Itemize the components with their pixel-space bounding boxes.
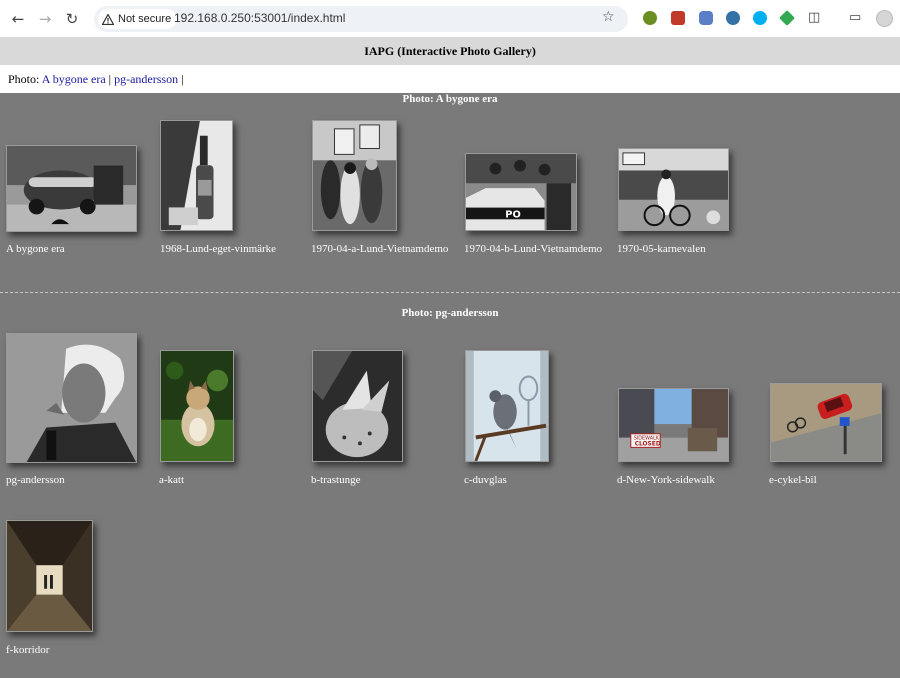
lizard-extension-icon[interactable] <box>643 11 657 25</box>
arrow-right-icon: → <box>38 10 52 28</box>
printer-extension-icon[interactable] <box>699 11 713 25</box>
photo-caption[interactable]: A bygone era <box>6 243 146 256</box>
profile-avatar[interactable] <box>876 10 893 27</box>
arrow-left-icon: ← <box>11 10 25 28</box>
photo-caption[interactable]: a-katt <box>159 474 299 487</box>
nav-prefix: Photo: <box>8 72 40 86</box>
photo-caption[interactable]: 1970-05-karnevalen <box>617 243 757 256</box>
puzzle-extensions-icon[interactable]: ◫ <box>808 10 820 26</box>
photo-thumbnail-1970-05-karnevalen[interactable] <box>618 148 729 231</box>
nav-separator: | <box>181 72 184 86</box>
forward-button[interactable]: → <box>35 9 55 29</box>
python-extension-icon[interactable] <box>726 11 740 25</box>
photo-caption[interactable]: 1970-04-b-Lund-Vietnamdemo <box>464 243 604 256</box>
skype-extension-icon[interactable] <box>753 11 767 25</box>
nav-link-a-bygone-era[interactable]: A bygone era <box>42 72 106 86</box>
photo-caption[interactable]: b-trastunge <box>311 474 451 487</box>
svg-text:CLOSED: CLOSED <box>635 441 661 447</box>
section-title-a-bygone-era: Photo: A bygone era <box>402 93 498 105</box>
back-button[interactable]: ← <box>8 9 28 29</box>
browser-toolbar: ← → ↻ Not secure 192.168.0.250:53001/ind… <box>0 0 900 38</box>
photo-thumbnail-1970-04-a-lund-vietnamdemo[interactable] <box>312 120 397 231</box>
photo-caption[interactable]: 1968-Lund-eget-vinmärke <box>160 243 300 256</box>
photo-thumbnail-1970-04-b-lund-vietnamdemo[interactable]: PO <box>465 153 577 231</box>
nav-separator: | <box>108 72 112 86</box>
photo-thumbnail-d-new-york-sidewalk[interactable]: SIDEWALK CLOSED <box>618 388 729 462</box>
photo-thumbnail-b-trastunge[interactable] <box>312 350 403 462</box>
warning-icon <box>102 13 114 25</box>
photo-thumbnail-a-bygone-era[interactable] <box>6 145 137 232</box>
security-label: Not secure <box>118 13 172 25</box>
photo-thumbnail-pg-andersson[interactable] <box>6 333 137 463</box>
photo-thumbnail-1968-lund-eget-vinmarke[interactable] <box>160 120 233 231</box>
photo-thumbnail-a-katt[interactable] <box>160 350 234 462</box>
photo-caption[interactable]: pg-andersson <box>6 474 146 487</box>
photo-caption[interactable]: e-cykel-bil <box>769 474 900 487</box>
address-bar[interactable]: Not secure 192.168.0.250:53001/index.htm… <box>94 6 628 32</box>
photo-caption[interactable]: f-korridor <box>6 644 146 657</box>
photo-caption[interactable]: d-New-York-sidewalk <box>617 474 757 487</box>
book-extension-icon[interactable] <box>671 11 685 25</box>
photo-thumbnail-f-korridor[interactable] <box>6 520 93 632</box>
page-title: IAPG (Interactive Photo Gallery) <box>0 38 900 65</box>
photo-thumbnail-c-duvglas[interactable] <box>465 350 549 462</box>
nav-link-pg-andersson[interactable]: pg-andersson <box>114 72 178 86</box>
section-title-pg-andersson: Photo: pg-andersson <box>401 307 499 319</box>
drive-extension-icon[interactable] <box>779 10 795 26</box>
cast-icon[interactable]: ▭ <box>849 10 861 26</box>
reload-button[interactable]: ↻ <box>62 9 82 29</box>
section-divider <box>0 292 900 293</box>
reload-icon: ↻ <box>65 10 79 28</box>
svg-text:PO: PO <box>505 209 521 220</box>
photo-caption[interactable]: 1970-04-a-Lund-Vietnamdemo <box>311 243 451 256</box>
photo-caption[interactable]: c-duvglas <box>464 474 604 487</box>
bookmark-star-icon[interactable]: ☆ <box>602 9 615 25</box>
security-indicator[interactable]: Not secure <box>98 9 178 29</box>
photo-thumbnail-e-cykel-bil[interactable] <box>770 383 882 462</box>
url-text[interactable]: 192.168.0.250:53001/index.html <box>174 11 345 25</box>
photo-navigation: Photo: A bygone era | pg-andersson | <box>0 65 900 93</box>
